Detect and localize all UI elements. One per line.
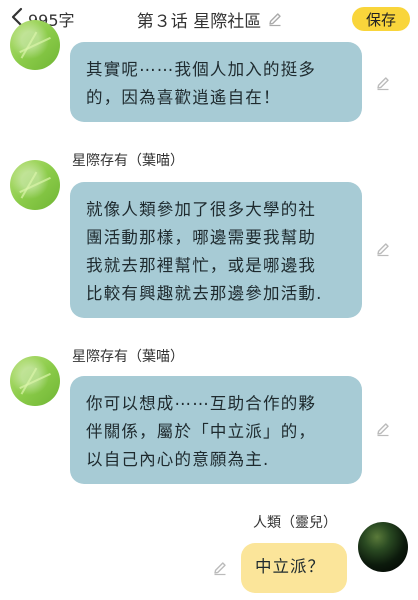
message-line: 比較有興趣就去那邊參加活動. — [86, 284, 323, 303]
avatar[interactable] — [10, 20, 60, 70]
sender-name: 星際存有（葉喵） — [72, 153, 184, 169]
avatar[interactable] — [358, 522, 408, 572]
chapter-title-area[interactable]: 第３话 星際社區 — [120, 6, 300, 32]
message-line: 你可以想成⋯⋯互助合作的夥 — [86, 394, 317, 413]
message-bubble[interactable]: 你可以想成⋯⋯互助合作的夥 伴關係，屬於「中立派」的， 以自己內心的意願為主. — [70, 376, 362, 484]
pencil-icon[interactable] — [375, 241, 391, 257]
message-bubble[interactable]: 中立派？ — [241, 543, 347, 593]
pencil-icon[interactable] — [375, 75, 391, 91]
message-line: 的，因為喜歡逍遙自在！ — [86, 88, 281, 107]
message-line: 團活動那樣，哪邊需要我幫助 — [86, 228, 317, 247]
message-line: 伴關係，屬於「中立派」的， — [86, 422, 317, 441]
pencil-icon[interactable] — [375, 421, 391, 437]
message-line: 以自己內心的意願為主. — [86, 450, 270, 469]
save-button[interactable]: 保存 — [352, 7, 410, 31]
top-bar: 995字 第３话 星際社區 保存 — [0, 0, 418, 40]
message-line: 其實呢⋯⋯我個人加入的挺多 — [86, 60, 317, 79]
pencil-icon[interactable] — [212, 560, 228, 576]
message-line: 中立派？ — [255, 557, 325, 576]
message-line: 就像人類參加了很多大學的社 — [86, 200, 317, 219]
avatar[interactable] — [10, 160, 60, 210]
sender-name: 星際存有（葉喵） — [72, 349, 184, 365]
sender-name: 人類（靈兒） — [253, 515, 337, 531]
message-bubble[interactable]: 就像人類參加了很多大學的社 團活動那樣，哪邊需要我幫助 我就去那裡幫忙，或是哪邊… — [70, 182, 362, 318]
chapter-title: 第３话 星際社區 — [136, 11, 262, 32]
message-line: 我就去那裡幫忙，或是哪邊我 — [86, 256, 317, 275]
avatar[interactable] — [10, 356, 60, 406]
pencil-icon[interactable] — [267, 11, 283, 27]
message-bubble[interactable]: 其實呢⋯⋯我個人加入的挺多 的，因為喜歡逍遙自在！ — [70, 42, 362, 122]
